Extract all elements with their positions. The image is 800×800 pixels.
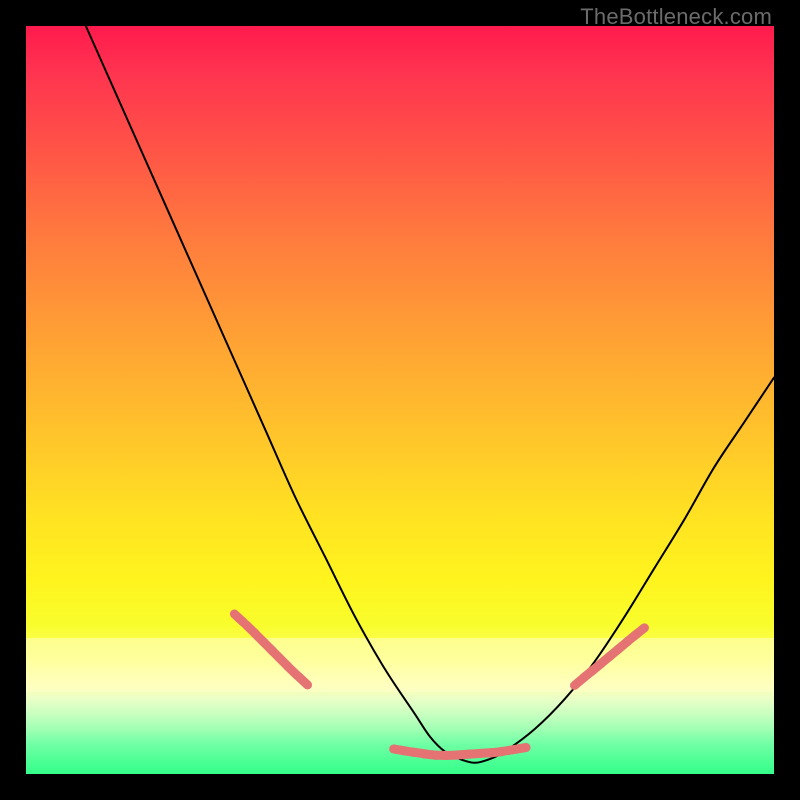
chart-frame <box>26 26 774 774</box>
chart-background-gradient <box>26 26 774 774</box>
